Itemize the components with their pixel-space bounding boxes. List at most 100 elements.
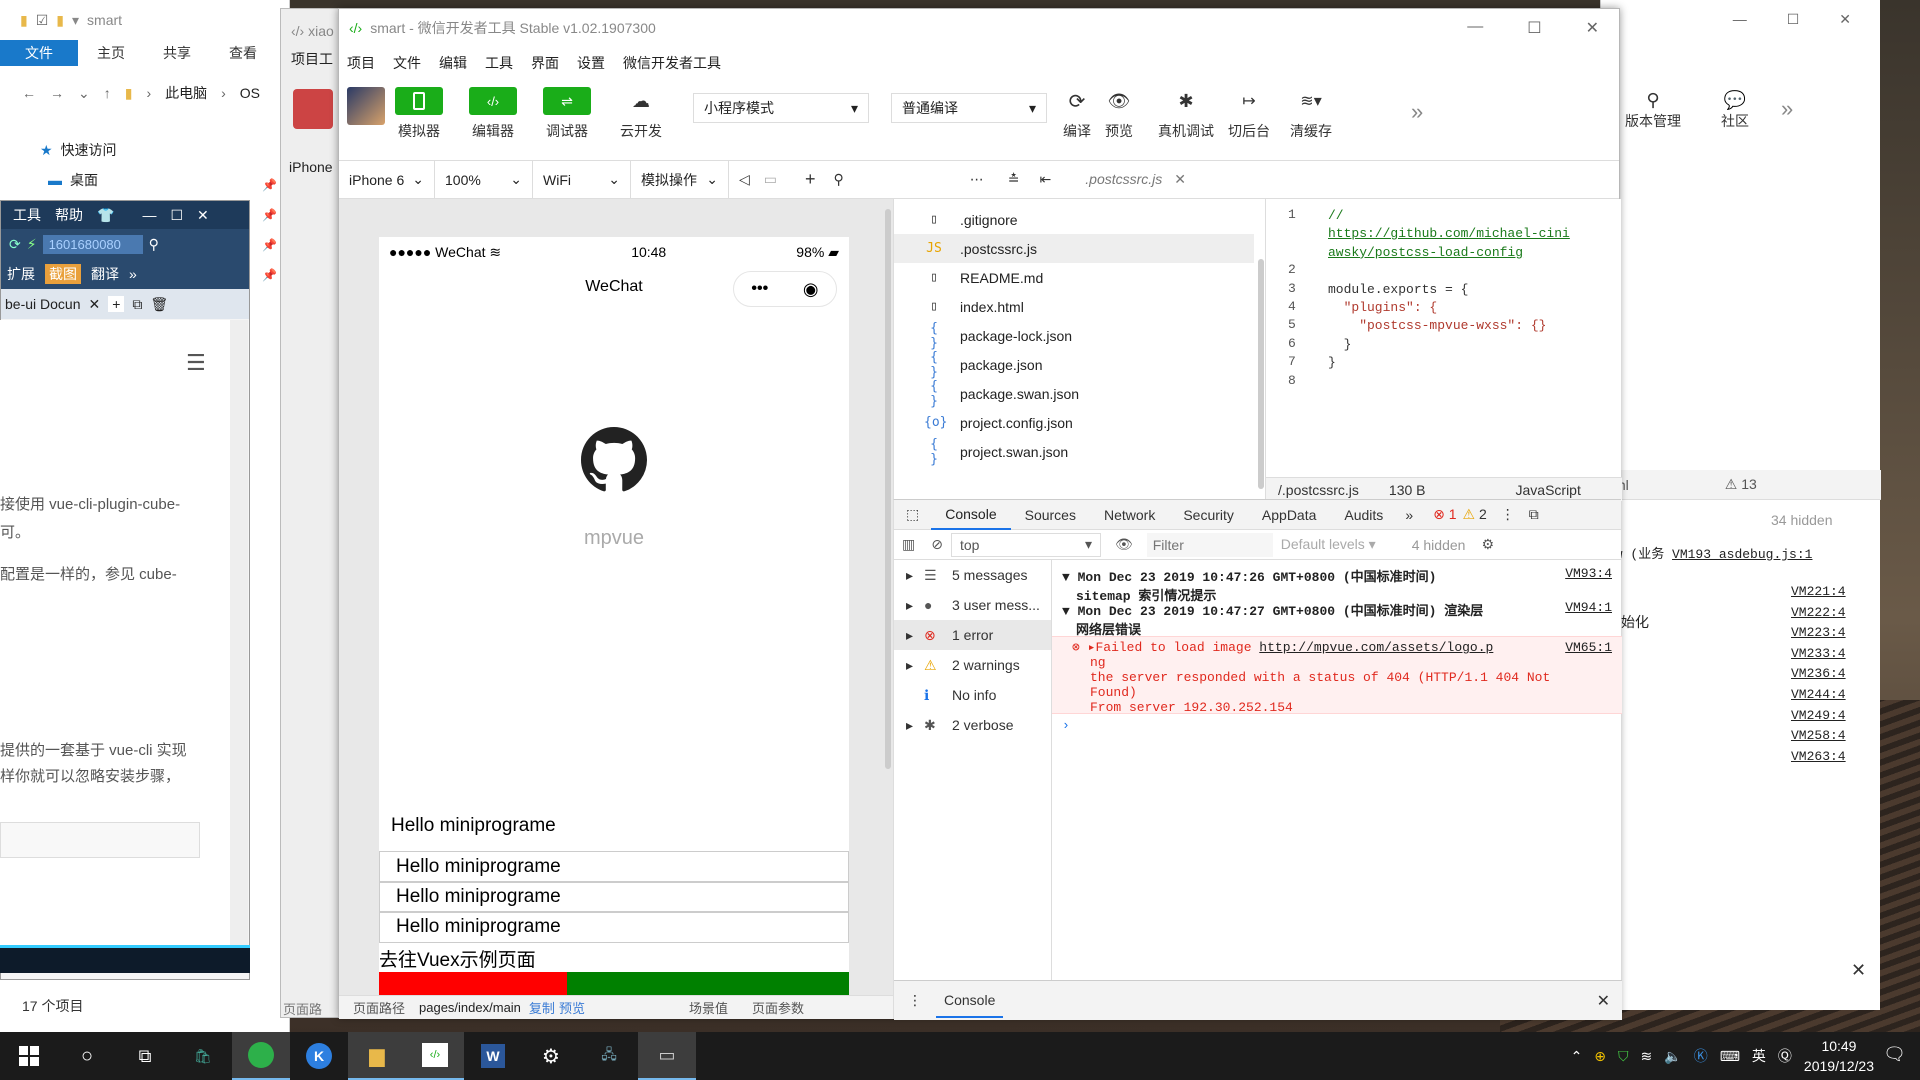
- minimize-icon[interactable]: —: [1733, 11, 1747, 27]
- more-tabs-icon[interactable]: »: [1397, 507, 1421, 523]
- code-line[interactable]: }: [1328, 352, 1336, 374]
- wifi-icon[interactable]: ≋: [1641, 1048, 1653, 1065]
- mode-select[interactable]: 小程序模式 ▾: [693, 93, 869, 123]
- menu-view[interactable]: 界面: [531, 53, 559, 73]
- expand-arrow-icon[interactable]: ▸: [906, 567, 914, 584]
- filter-input[interactable]: [1146, 532, 1273, 557]
- chevron-up-icon[interactable]: ⌃: [1571, 1048, 1583, 1065]
- minimize-icon[interactable]: —: [1467, 18, 1483, 38]
- bg-menu-tools[interactable]: 工: [319, 49, 333, 69]
- backend-button[interactable]: ↦ 切后台: [1219, 87, 1279, 141]
- file-item[interactable]: { } package.json: [894, 350, 1265, 380]
- version-button[interactable]: ⚲ 版本管理: [1625, 90, 1681, 131]
- close-icon[interactable]: ✕: [1586, 18, 1599, 38]
- message-source[interactable]: VM93:4: [1565, 566, 1612, 585]
- device-select[interactable]: iPhone 6 ⌄: [339, 160, 435, 199]
- scene-value-label[interactable]: 场景值: [689, 998, 728, 1017]
- preview-button[interactable]: 👁 预览: [1089, 87, 1149, 141]
- file-item[interactable]: { } package.swan.json: [894, 379, 1265, 409]
- window-icon[interactable]: ▭: [760, 171, 781, 188]
- maximize-icon[interactable]: ☐: [1527, 18, 1541, 38]
- hamburger-icon[interactable]: ☰: [186, 350, 206, 376]
- doc-input-box[interactable]: [0, 822, 200, 858]
- console-filter-item[interactable]: ▸ ● 3 user mess...: [894, 590, 1051, 620]
- hello-row[interactable]: Hello miniprograme: [379, 851, 849, 883]
- file-item[interactable]: ▯ index.html: [894, 292, 1265, 321]
- menu-file[interactable]: 文件: [393, 53, 421, 73]
- security-icon[interactable]: ⊕: [1594, 1048, 1606, 1065]
- copy-icon[interactable]: ⧉: [132, 296, 142, 313]
- expand-arrow-icon[interactable]: ▸: [906, 717, 914, 734]
- avatar[interactable]: [347, 87, 385, 125]
- close-icon[interactable]: ✕: [1839, 11, 1851, 28]
- remote-debug-button[interactable]: ✱ 真机调试: [1149, 87, 1223, 141]
- bg-menu-project[interactable]: 项目: [291, 49, 319, 69]
- vuex-link[interactable]: 去往Vuex示例页面: [379, 945, 536, 972]
- breadcrumb-os[interactable]: OS: [240, 85, 260, 101]
- shield-icon[interactable]: ⛉: [1618, 1048, 1629, 1065]
- float-menu-help[interactable]: 帮助: [55, 205, 83, 225]
- ribbon-file-tab[interactable]: 文件: [0, 40, 78, 66]
- bg-src-link[interactable]: VM244:4: [1791, 687, 1846, 702]
- sidebar-toggle-icon[interactable]: ▥: [894, 536, 923, 553]
- refresh-icon[interactable]: ⟳: [9, 236, 21, 253]
- kebab-menu-icon[interactable]: ⋮: [894, 992, 936, 1009]
- volume-icon[interactable]: 🔈: [1664, 1048, 1681, 1065]
- file-tree-scrollbar[interactable]: [1258, 259, 1264, 489]
- devtools-app-icon[interactable]: ‹/›: [406, 1032, 464, 1080]
- store-icon[interactable]: 🛍: [174, 1032, 232, 1080]
- compile-mode-select[interactable]: 普通编译 ▾: [891, 93, 1047, 123]
- volume-icon[interactable]: ◁: [729, 171, 760, 188]
- trash-icon[interactable]: 🗑: [150, 296, 168, 313]
- console-prompt[interactable]: ›: [1052, 718, 1622, 733]
- terminal-icon[interactable]: ▭: [638, 1032, 696, 1080]
- bolt-icon[interactable]: ⚡: [27, 236, 37, 253]
- hello-row[interactable]: Hello miniprograme: [379, 881, 849, 913]
- more-dots-icon[interactable]: ⋯: [844, 171, 984, 188]
- tab-network[interactable]: Network: [1090, 500, 1169, 530]
- ribbon-home-tab[interactable]: 主页: [78, 40, 144, 66]
- expand-arrow-icon[interactable]: ▸: [906, 627, 914, 644]
- quick-access-item[interactable]: ★ 快速访问: [40, 140, 117, 160]
- status-language[interactable]: JavaScript: [1516, 482, 1581, 498]
- chevron-down-icon[interactable]: ⌄: [78, 85, 90, 102]
- avatar[interactable]: [293, 89, 333, 129]
- network-app-icon[interactable]: 🖧: [580, 1032, 638, 1080]
- code-line[interactable]: "postcss-mpvue-wxss": {}: [1328, 315, 1546, 337]
- menu-settings[interactable]: 设置: [577, 53, 605, 73]
- more-chevron-icon[interactable]: »: [1411, 99, 1423, 125]
- menu-project[interactable]: 项目: [347, 53, 375, 73]
- preview-path-link[interactable]: 预览: [559, 998, 585, 1017]
- shirt-icon[interactable]: 👕: [97, 207, 114, 224]
- bg-src-link[interactable]: VM223:4: [1791, 625, 1846, 640]
- editor-button[interactable]: ‹/› 编辑器: [463, 87, 523, 141]
- levels-select[interactable]: Default levels ▾: [1273, 536, 1376, 553]
- network-select[interactable]: WiFi ⌄: [533, 160, 631, 199]
- bg-src-link[interactable]: VM263:4: [1791, 749, 1846, 764]
- input-method-icon[interactable]: Ⓠ: [1778, 1046, 1792, 1066]
- tab-security[interactable]: Security: [1169, 500, 1248, 530]
- float-tab[interactable]: be-ui Docun ✕ + ⧉ 🗑: [1, 289, 249, 319]
- file-item[interactable]: { } project.swan.json: [894, 437, 1265, 467]
- task-view-icon[interactable]: ⧉: [116, 1032, 174, 1080]
- console-filter-item[interactable]: ▸ ⚠ 2 warnings: [894, 650, 1051, 680]
- more-chevron-icon[interactable]: »: [1781, 96, 1793, 122]
- file-item[interactable]: {o} project.config.json: [894, 408, 1265, 437]
- clear-icon[interactable]: ⊘: [923, 536, 951, 553]
- eye-icon[interactable]: 👁: [1101, 536, 1147, 553]
- sim-op-select[interactable]: 模拟操作 ⌄: [631, 160, 729, 199]
- inspect-icon[interactable]: ⬚: [894, 506, 931, 523]
- file-item[interactable]: ▯ README.md: [894, 263, 1265, 292]
- extension-button[interactable]: 扩展: [7, 264, 35, 284]
- search-icon[interactable]: ⚲: [149, 236, 159, 253]
- minimize-icon[interactable]: —: [142, 207, 156, 223]
- hello-row[interactable]: Hello miniprograme: [379, 911, 849, 943]
- drawer-console-tab[interactable]: Console: [936, 984, 1004, 1018]
- capsule-menu[interactable]: ••• ◉: [733, 271, 837, 307]
- more-dots-icon[interactable]: •••: [751, 280, 768, 298]
- start-icon[interactable]: [0, 1032, 58, 1080]
- tab-appdata[interactable]: AppData: [1248, 500, 1330, 530]
- simulator-button[interactable]: 模拟器: [389, 87, 449, 141]
- copy-path-link[interactable]: 复制: [529, 998, 555, 1017]
- error-count-badge[interactable]: ⊗ 1: [1421, 506, 1456, 523]
